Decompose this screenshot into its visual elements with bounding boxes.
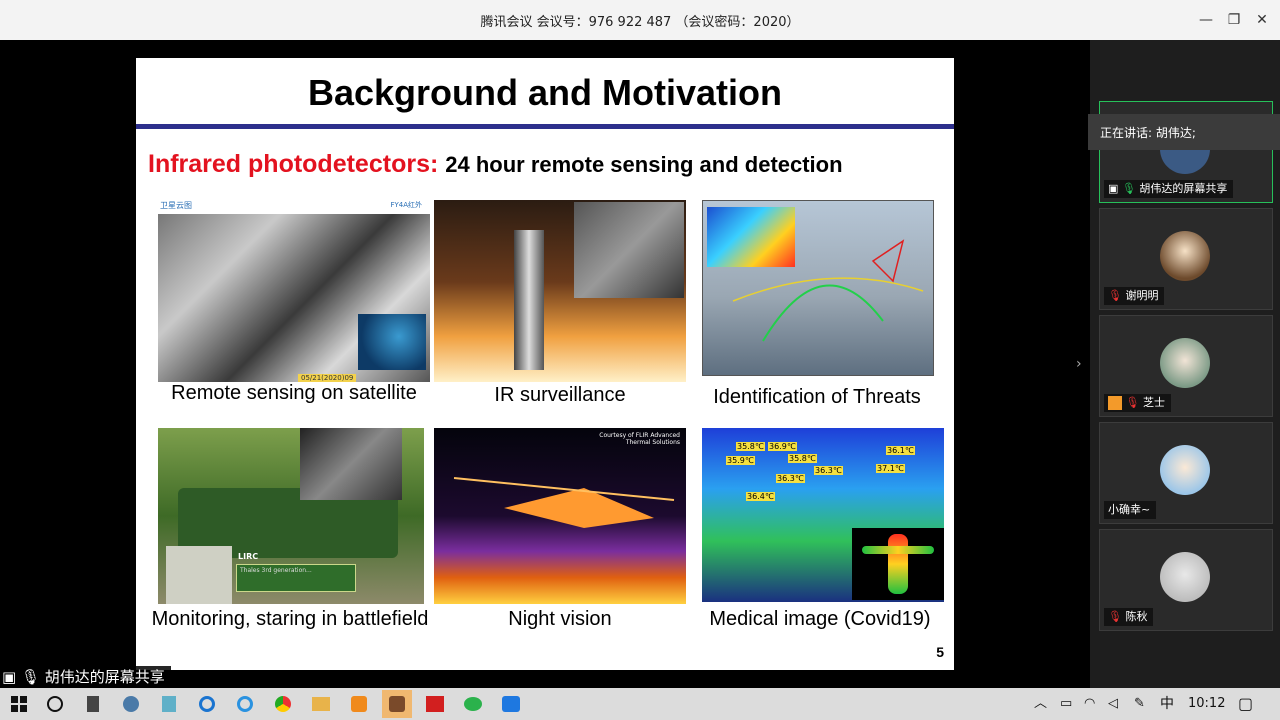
tray-chevron-up-icon[interactable]: ︿ xyxy=(1034,688,1047,720)
presentation-slide: Background and Motivation Infrared photo… xyxy=(136,58,954,670)
participant-name: 小确幸~ xyxy=(1104,501,1157,519)
participant-tile[interactable]: 🎙 陈秋 xyxy=(1099,529,1273,631)
tank-image: LIRC Thales 3rd generation... xyxy=(158,428,424,604)
windows-taskbar: ︿ ▭ ◠ ◁ ✎ 中 10:12 ▢ xyxy=(0,688,1280,720)
temp-label: 36.1℃ xyxy=(886,446,915,455)
host-icon xyxy=(1108,396,1122,410)
body-thermal-inset xyxy=(852,528,944,600)
title-divider xyxy=(136,124,954,129)
thermal-tank-inset xyxy=(300,428,402,500)
battery-icon[interactable]: ▭ xyxy=(1060,688,1072,720)
app-icon[interactable] xyxy=(116,690,146,718)
app-icon[interactable] xyxy=(420,690,450,718)
temp-label: 36.3℃ xyxy=(814,466,843,475)
slide-title: Background and Motivation xyxy=(307,72,782,113)
caption-medical: Medical image (Covid19) xyxy=(709,608,931,630)
muted-mic-icon: 🎙 xyxy=(1108,289,1122,302)
active-app-icon[interactable] xyxy=(382,690,412,718)
search-circle-icon[interactable] xyxy=(40,690,70,718)
participant-tile[interactable]: 🎙 谢明明 xyxy=(1099,208,1273,310)
threat-trajectories xyxy=(732,239,924,342)
satellite-label: 卫星云图 xyxy=(160,201,192,210)
app-icon[interactable] xyxy=(344,690,374,718)
info-note: Thales 3rd generation... xyxy=(236,564,356,592)
temp-label: 35.9℃ xyxy=(726,456,755,465)
rocket-launch-image xyxy=(434,200,686,382)
caption-remote-sensing: Remote sensing on satellite xyxy=(171,382,417,404)
ie-icon[interactable] xyxy=(230,690,260,718)
speaking-indicator: 正在讲话: 胡伟达; xyxy=(1088,114,1280,150)
rocket-shape xyxy=(514,230,544,370)
folder-icon[interactable] xyxy=(306,690,336,718)
threat-identification-image xyxy=(702,200,934,376)
microphone-icon: 🎙 xyxy=(20,668,41,686)
muted-mic-icon: 🎙 xyxy=(1125,396,1140,409)
wechat-icon[interactable] xyxy=(458,690,488,718)
satellite-channel-label: FY4A红外 xyxy=(390,201,422,209)
temp-label: 36.3℃ xyxy=(776,474,805,483)
avatar xyxy=(1160,445,1210,495)
participant-name: 🎙 芝士 xyxy=(1104,394,1171,412)
tencent-meeting-icon[interactable] xyxy=(496,690,526,718)
participant-tile[interactable]: 🎙 芝士 xyxy=(1099,315,1273,417)
night-vision-image: Courtesy of FLIR Advanced Thermal Soluti… xyxy=(434,428,686,604)
participant-name: ▣ 🎙 胡伟达的屏幕共享 xyxy=(1104,180,1234,198)
participant-name: 🎙 谢明明 xyxy=(1104,287,1165,305)
microphone-icon: 🎙 xyxy=(1121,182,1136,195)
satellite-inset xyxy=(358,314,426,370)
muted-mic-icon: 🎙 xyxy=(1108,610,1122,623)
collapse-panel-chevron-icon[interactable]: › xyxy=(1076,356,1082,372)
helicopter-silhouette xyxy=(453,477,675,528)
participant-name: 🎙 陈秋 xyxy=(1104,608,1154,626)
avatar xyxy=(1160,552,1210,602)
minimize-button[interactable]: — xyxy=(1194,8,1218,32)
slide-subtitle: Infrared photodetectors: 24 hour remote … xyxy=(148,150,843,179)
temp-label: 36.9℃ xyxy=(768,442,797,451)
input-method-indicator[interactable]: 中 xyxy=(1160,688,1174,720)
medical-thermal-image: 35.8℃ 36.9℃ 35.9℃ 35.8℃ 36.1℃ 36.3℃ 37.1… xyxy=(702,428,944,602)
avatar xyxy=(1160,231,1210,281)
edge-icon[interactable] xyxy=(192,690,222,718)
satellite-cloud-image: 卫星云图 FY4A红外 05/21(2020)09 xyxy=(158,200,430,382)
subtitle-rest: 24 hour remote sensing and detection xyxy=(445,152,843,177)
subtitle-highlight: Infrared photodetectors: xyxy=(148,150,439,178)
caption-battlefield: Monitoring, staring in battlefield xyxy=(151,608,429,630)
calculator-icon[interactable] xyxy=(78,690,108,718)
ir-inset xyxy=(574,202,684,298)
notification-center-icon[interactable]: ▢ xyxy=(1238,688,1253,720)
wifi-icon[interactable]: ◠ xyxy=(1084,688,1095,720)
caption-threats: Identification of Threats xyxy=(713,386,921,408)
participant-tile[interactable]: 小确幸~ xyxy=(1099,422,1273,524)
avatar xyxy=(1160,338,1210,388)
clock[interactable]: 10:12 xyxy=(1188,688,1225,720)
satellite-timestamp: 05/21(2020)09 xyxy=(298,374,357,382)
slide-page-number: 5 xyxy=(936,644,944,660)
pen-icon[interactable]: ✎ xyxy=(1134,688,1145,720)
caption-ir-surveillance: IR surveillance xyxy=(494,384,626,406)
temp-label: 35.8℃ xyxy=(736,442,765,451)
camera-device xyxy=(166,546,232,604)
app-icon[interactable] xyxy=(154,690,184,718)
screen-share-icon: ▣ xyxy=(2,668,17,686)
temp-label: 36.4℃ xyxy=(746,492,775,501)
chrome-icon[interactable] xyxy=(268,690,298,718)
window-title: 腾讯会议 会议号：976 922 487 （会议密码：2020） xyxy=(480,15,800,30)
close-button[interactable]: ✕ xyxy=(1250,8,1274,32)
screen-share-icon: ▣ xyxy=(1108,182,1119,195)
window-title-bar: 腾讯会议 会议号：976 922 487 （会议密码：2020） — ❐ ✕ xyxy=(0,0,1280,40)
volume-icon[interactable]: ◁ xyxy=(1108,688,1118,720)
start-windows-icon[interactable] xyxy=(4,690,34,718)
temp-label: 37.1℃ xyxy=(876,464,905,473)
screen-share-label: ▣ 🎙 胡伟达的屏幕共享 xyxy=(0,666,171,688)
lirc-label: LIRC xyxy=(238,552,259,561)
restore-button[interactable]: ❐ xyxy=(1222,8,1246,32)
caption-night-vision: Night vision xyxy=(508,608,612,630)
temp-label: 35.8℃ xyxy=(788,454,817,463)
